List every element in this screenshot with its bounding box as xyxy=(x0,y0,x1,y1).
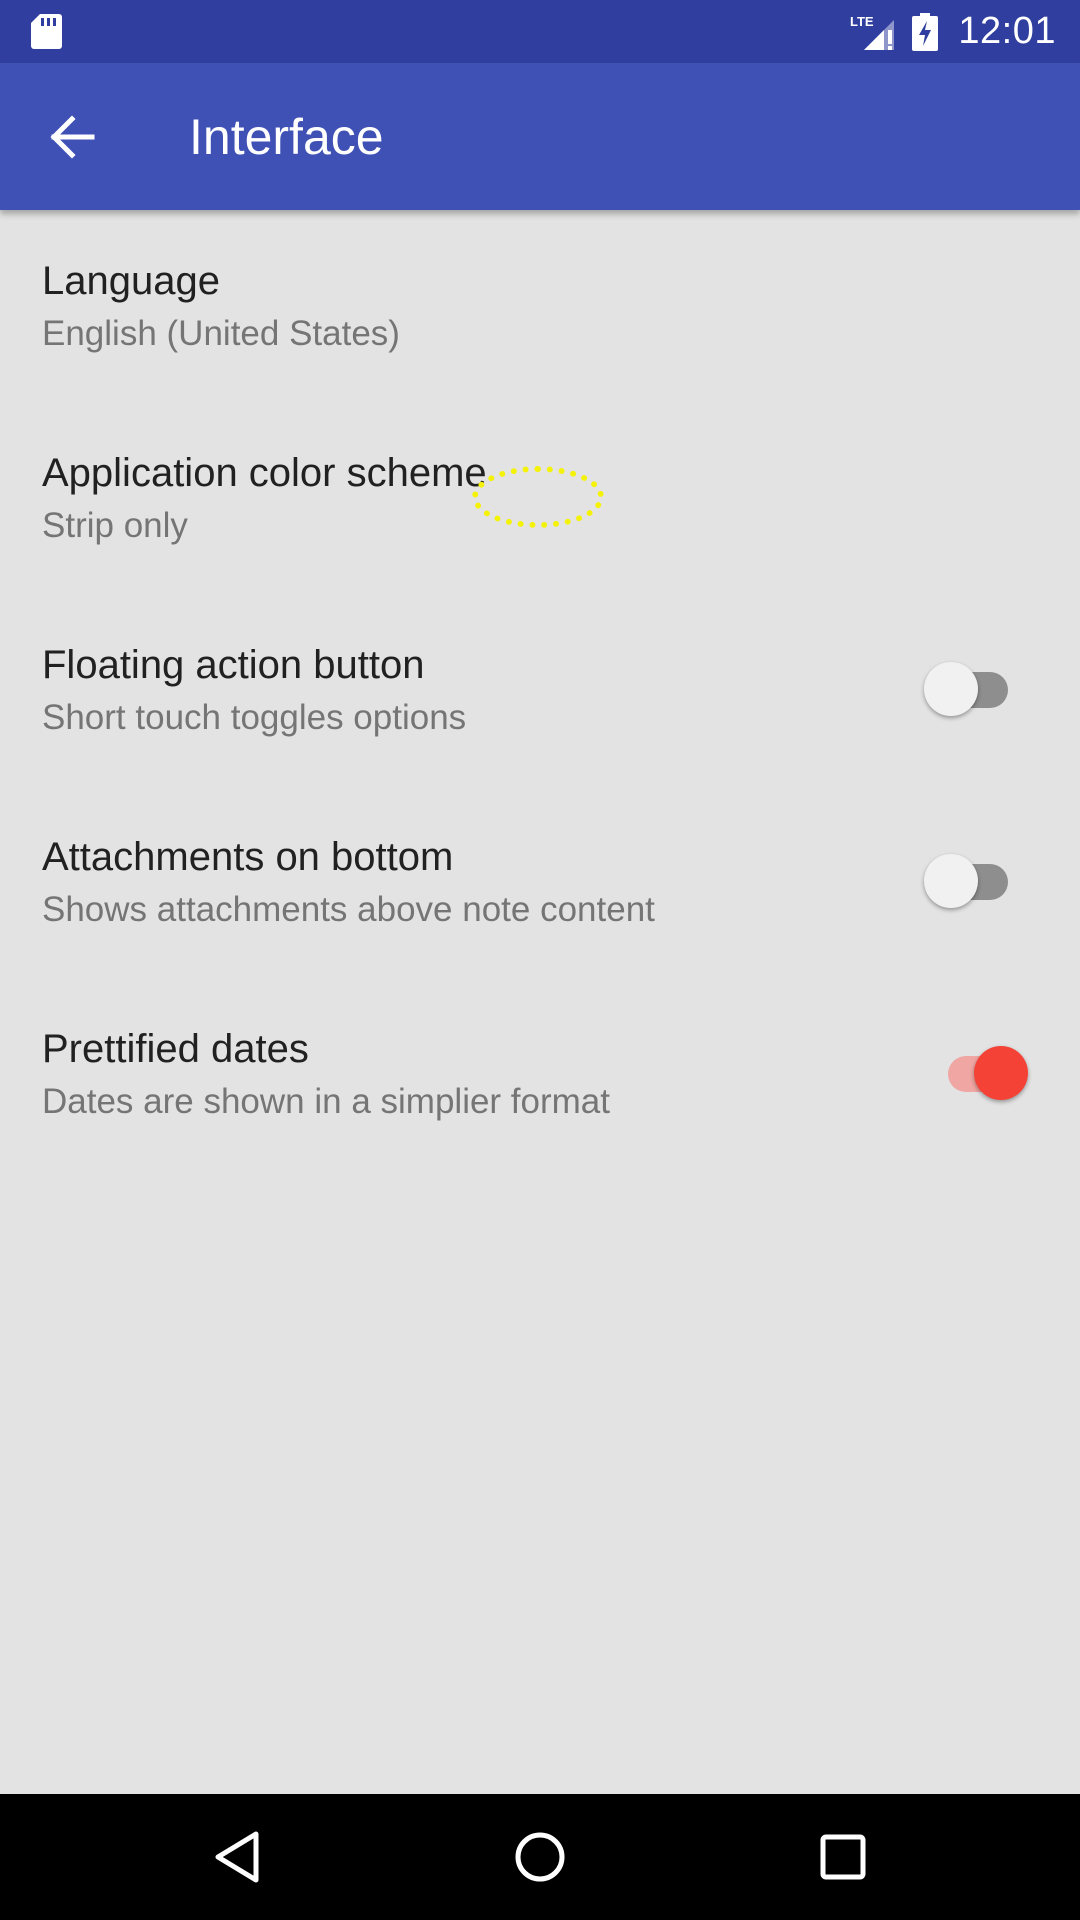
arrow-back-icon xyxy=(50,115,95,159)
pref-summary: Strip only xyxy=(42,506,188,545)
nav-bar xyxy=(0,1794,1080,1920)
page-title: Interface xyxy=(189,109,384,165)
nav-home-button[interactable] xyxy=(507,1824,573,1890)
pref-summary: English (United States) xyxy=(42,314,400,353)
nav-back-button[interactable] xyxy=(204,1824,270,1890)
pref-floating-action-button[interactable]: Floating action button Short touch toggl… xyxy=(0,594,1080,786)
network-label: LTE xyxy=(850,14,874,29)
pref-title: Language xyxy=(42,259,220,303)
switch-thumb xyxy=(924,854,978,908)
pref-title: Attachments on bottom xyxy=(42,835,454,879)
prettified-dates-toggle-switch[interactable] xyxy=(936,1044,1028,1104)
nav-recents-button[interactable] xyxy=(810,1824,876,1890)
battery-charging-icon xyxy=(912,12,939,51)
pref-title: Floating action button xyxy=(42,643,425,687)
status-bar: LTE 12:01 xyxy=(0,0,1080,63)
settings-list: Language English (United States) Applica… xyxy=(0,210,1080,1170)
home-circle-icon xyxy=(515,1832,565,1882)
app-bar: Interface xyxy=(0,63,1080,210)
recents-square-icon xyxy=(820,1834,866,1880)
pref-title: Application color scheme xyxy=(42,451,487,495)
switch-thumb xyxy=(924,662,978,716)
back-triangle-icon xyxy=(215,1831,259,1883)
signal-lte-icon: LTE xyxy=(850,14,895,50)
pref-summary: Short touch toggles options xyxy=(42,698,467,737)
status-clock: 12:01 xyxy=(958,10,1056,52)
pref-prettified-dates[interactable]: Prettified dates Dates are shown in a si… xyxy=(0,978,1080,1170)
switch-thumb xyxy=(974,1046,1028,1100)
sd-card-icon xyxy=(31,14,62,49)
attachments-toggle-switch[interactable] xyxy=(924,852,1014,912)
pref-summary: Dates are shown in a simplier format xyxy=(42,1082,610,1121)
pref-summary: Shows attachments above note content xyxy=(42,890,655,929)
fab-toggle-switch[interactable] xyxy=(924,660,1014,720)
touch-indicator xyxy=(472,466,604,528)
pref-language[interactable]: Language English (United States) xyxy=(0,210,1080,402)
pref-title: Prettified dates xyxy=(42,1027,309,1071)
pref-attachments-on-bottom[interactable]: Attachments on bottom Shows attachments … xyxy=(0,786,1080,978)
back-button[interactable] xyxy=(30,101,114,173)
